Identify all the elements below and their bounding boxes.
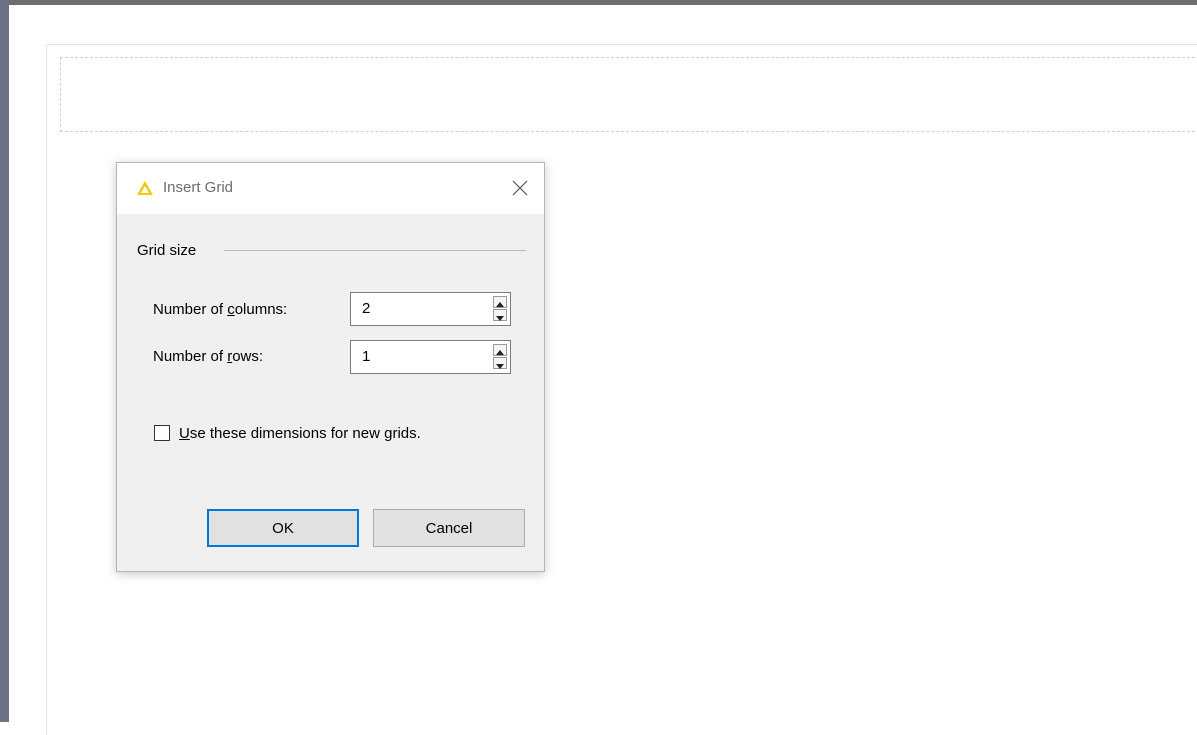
warning-triangle-icon (136, 180, 154, 196)
grid-size-group-label: Grid size (137, 242, 197, 259)
close-icon (512, 180, 528, 196)
window-frame-left (0, 0, 9, 722)
rows-decrement-button[interactable] (493, 357, 507, 369)
dialog-titlebar[interactable]: Insert Grid (117, 163, 544, 214)
group-divider (224, 250, 526, 251)
remember-dimensions-checkbox[interactable] (154, 425, 170, 441)
content-placeholder-zone[interactable] (60, 57, 1197, 132)
remember-dimensions-label[interactable]: Use these dimensions for new grids. (179, 425, 421, 442)
columns-label: Number of columns: (153, 301, 288, 318)
ok-button[interactable]: OK (207, 509, 359, 547)
arrow-down-icon (496, 364, 504, 369)
columns-increment-button[interactable] (493, 296, 507, 308)
cancel-button[interactable]: Cancel (373, 509, 525, 547)
insert-grid-dialog: Insert Grid Grid size Number of columns:… (116, 162, 545, 572)
close-button[interactable] (505, 173, 535, 203)
arrow-down-icon (496, 316, 504, 321)
rows-spinner-arrows (493, 344, 507, 370)
columns-value[interactable]: 2 (362, 300, 370, 317)
columns-spinner[interactable]: 2 (350, 292, 511, 326)
rows-spinner[interactable]: 1 (350, 340, 511, 374)
columns-decrement-button[interactable] (493, 309, 507, 321)
columns-spinner-arrows (493, 296, 507, 322)
rows-label: Number of rows: (153, 348, 264, 365)
rows-increment-button[interactable] (493, 344, 507, 356)
rows-value[interactable]: 1 (362, 348, 370, 365)
dialog-title: Insert Grid (163, 179, 234, 196)
